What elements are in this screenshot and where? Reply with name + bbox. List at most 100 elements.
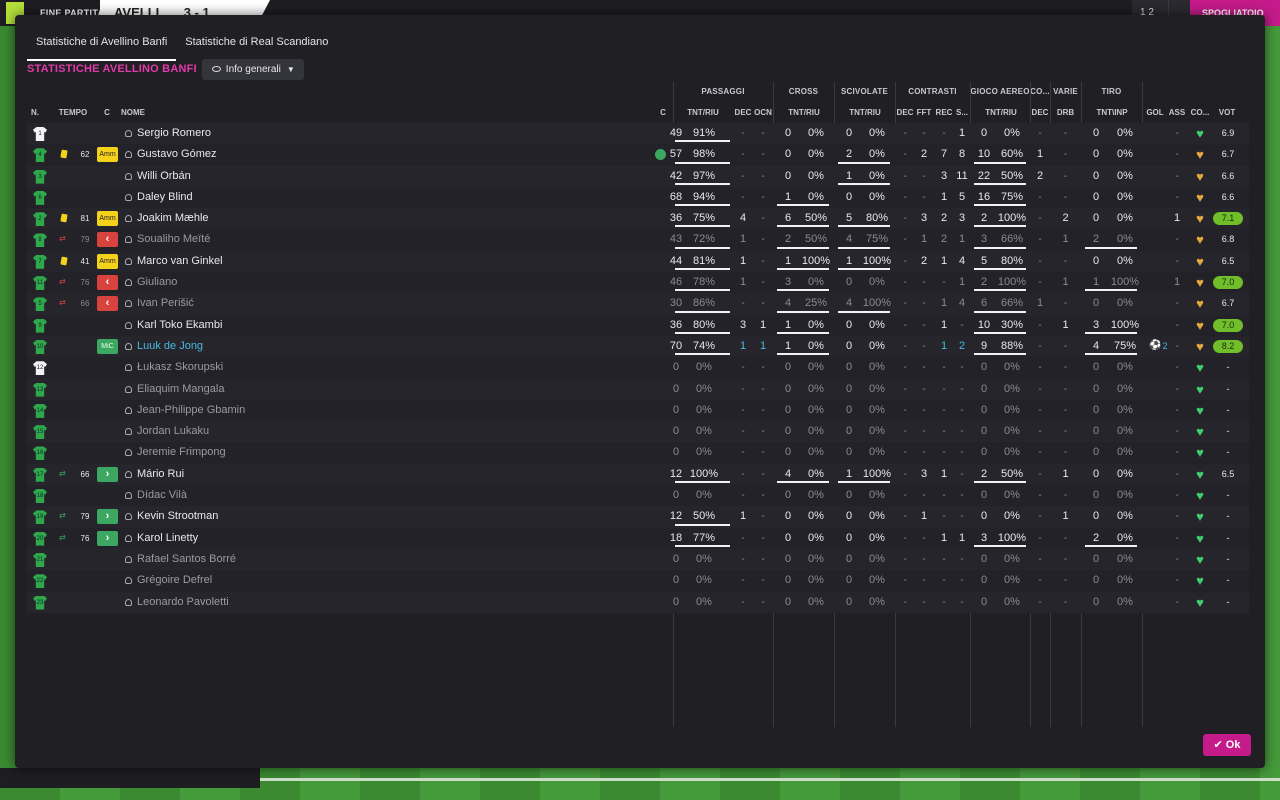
player-profile-icon[interactable]	[125, 364, 132, 372]
player-name[interactable]: Jordan Lukaku	[137, 421, 337, 442]
player-profile-icon[interactable]	[125, 215, 132, 223]
pass-chances: -	[761, 511, 765, 523]
player-profile-icon[interactable]	[125, 300, 132, 308]
player-profile-icon[interactable]	[125, 449, 132, 457]
player-profile-icon[interactable]	[125, 257, 132, 265]
table-row[interactable]: 16 Jeremie Frimpong 0 0% - - 0 0% 0 0% - - - - 0 0% - - 0 0…	[27, 442, 1249, 464]
player-name[interactable]: Giuliano	[137, 272, 337, 293]
col-shot-tnt[interactable]: TNT\INP	[1083, 108, 1141, 117]
table-row[interactable]: 7 41 Amm Marco van Ginkel 44 81% 1-1 100% 1 100% -…	[27, 250, 1249, 273]
player-profile-icon[interactable]	[125, 470, 132, 478]
player-name[interactable]: Łukasz Skorupski	[137, 357, 337, 378]
col-assists[interactable]: ASS	[1167, 108, 1187, 117]
player-name[interactable]: Rafael Santos Borré	[137, 549, 337, 570]
table-row[interactable]: 11 ⇄ 76 ‹ Giuliano 46 78% 1-3 0% 0 0% - - -1 2 100% -1 1 1…	[27, 272, 1249, 294]
col-cross-tnt[interactable]: TNT/RIU	[775, 108, 833, 117]
col-air-tnt[interactable]: TNT/RIU	[972, 108, 1030, 117]
player-name[interactable]: Daley Blind	[137, 187, 337, 208]
col-con-fft[interactable]: FFT	[915, 108, 933, 117]
player-profile-icon[interactable]	[125, 342, 132, 350]
player-profile-icon[interactable]	[125, 279, 132, 287]
player-name[interactable]: Dídac Vilà	[137, 485, 337, 506]
player-profile-icon[interactable]	[125, 321, 132, 329]
col-time[interactable]: TEMPO	[57, 108, 89, 117]
col-goals[interactable]: GOL	[1145, 108, 1165, 117]
table-row[interactable]: 10 MiC Luuk de Jong 70 74% 1 1 1 0% 0 0% - -1 2 9 88% - -…	[27, 335, 1249, 358]
col-condition[interactable]: CO...	[1189, 108, 1211, 117]
player-profile-icon[interactable]	[125, 492, 132, 500]
table-row[interactable]: 15 Jordan Lukaku 0 0% - - 0 0% 0 0% - - - - 0 0% - - 0 0% - ♥…	[27, 421, 1249, 443]
col-co-dec[interactable]: DEC	[1030, 108, 1050, 117]
col-con-dec[interactable]: DEC	[896, 108, 914, 117]
table-row[interactable]: 20 ⇄ 76 › Karol Linetty 18 77% - - 0 0% 0 0% - - 1 1 3 100…	[27, 527, 1249, 549]
player-name[interactable]: Eliaquim Mangala	[137, 379, 337, 400]
player-name[interactable]: Luuk de Jong	[137, 336, 337, 357]
player-name[interactable]: Karol Linetty	[137, 528, 337, 549]
player-profile-icon[interactable]	[125, 577, 132, 585]
player-name[interactable]: Ivan Perišić	[137, 293, 337, 314]
table-row[interactable]: 1 Sergio Romero 49 91% - - 0 0% 0 0% - - - 1 0 0% - - 0 0% -…	[27, 123, 1249, 145]
player-name[interactable]: Mário Rui	[137, 464, 337, 485]
col-card[interactable]: C	[101, 108, 113, 117]
col-con-s[interactable]: S...	[954, 108, 970, 117]
player-name[interactable]: Sergio Romero	[137, 123, 337, 144]
pass-decisive: -	[741, 468, 745, 480]
player-profile-icon[interactable]	[125, 513, 132, 521]
player-name[interactable]: Willi Orbán	[137, 166, 337, 187]
con-fft: -	[922, 170, 926, 182]
table-row[interactable]: 2 81 Amm Joakim Mæhle 36 75% 4-6 50% 5 80% -3 2 3 2 10…	[27, 208, 1249, 230]
player-name[interactable]: Joakim Mæhle	[137, 208, 337, 229]
player-name[interactable]: Jean-Philippe Gbamin	[137, 400, 337, 421]
table-row[interactable]: 13 Eliaquim Mangala 0 0% - - 0 0% 0 0% - - - - 0 0% - - 0 0…	[27, 378, 1249, 400]
table-row[interactable]: 6 Daley Blind 68 94% - -1 0% 0 0% - -1 5 16 75% - -0 0% -…	[27, 186, 1249, 209]
table-row[interactable]: 19 ⇄ 79 › Kevin Strootman 12 50% 1 - 0 0% 0 0% - 1 - - 0 0…	[27, 506, 1249, 528]
table-row[interactable]: 22 Grégoire Defrel 0 0% - - 0 0% 0 0% - - - - 0 0% - - 0 0%…	[27, 570, 1249, 592]
con-s: 1	[958, 127, 966, 139]
player-name[interactable]: Marco van Ginkel	[137, 251, 337, 272]
player-profile-icon[interactable]	[125, 428, 132, 436]
table-row[interactable]: 5 ⇄ 66 ‹ Ivan Perišić 30 86% - -4 25% 4 100% - -1 4 6 66…	[27, 293, 1249, 315]
player-profile-icon[interactable]	[125, 406, 132, 414]
table-row[interactable]: 14 Jean-Philippe Gbamin 0 0% - - 0 0% 0 0% - - - - 0 0%…	[27, 399, 1249, 422]
tackle-pct: 0%	[869, 318, 885, 331]
col-pass-dec[interactable]: DEC	[733, 108, 753, 117]
col-pass-tnt[interactable]: TNT/RIU	[675, 108, 731, 117]
table-row[interactable]: 9 Karl Toko Ekambi 36 80% 3 1 1 0% 0 0% - -1-10 30% -…	[27, 314, 1249, 336]
table-row[interactable]: 23 Leonardo Pavoletti 0 0% - - 0 0% 0 0% - - - - 0 0% - -…	[27, 591, 1249, 613]
col-vote[interactable]: VOT	[1213, 108, 1241, 117]
player-profile-icon[interactable]	[125, 130, 132, 137]
player-profile-icon[interactable]	[125, 598, 132, 606]
player-name[interactable]: Kevin Strootman	[137, 506, 337, 527]
player-name[interactable]: Jeremie Frimpong	[137, 442, 337, 463]
player-name[interactable]: Leonardo Pavoletti	[137, 592, 337, 613]
player-profile-icon[interactable]	[125, 172, 132, 180]
player-name[interactable]: Karl Toko Ekambi	[137, 315, 337, 336]
player-name[interactable]: Grégoire Defrel	[137, 570, 337, 591]
table-row[interactable]: 18 Dídac Vilà 0 0% - - 0 0% 0 0% - - - - 0 0% - - 0 0% - ♥ -	[27, 485, 1249, 507]
shirt-number: 1	[38, 131, 42, 137]
table-row[interactable]: 21 Rafael Santos Borré 0 0% - - 0 0% 0 0% - - - - 0 0% -…	[27, 548, 1249, 571]
player-name[interactable]: Gustavo Gómez	[137, 144, 337, 165]
table-row[interactable]: 3 Willi Orbán 42 97% - - 0 0% 1 0% - - 3 11 22 50% 2 - 0 0%…	[27, 165, 1249, 187]
player-profile-icon[interactable]	[125, 385, 132, 393]
col-c2[interactable]: C	[657, 108, 669, 117]
ok-button[interactable]: ✔ Ok	[1203, 734, 1251, 756]
col-pass-ocn[interactable]: OCN	[753, 108, 773, 117]
table-row[interactable]: 12 Łukasz Skorupski 0 0% - - 0 0% 0 0% - - - - 0 0% - - 0 0…	[27, 357, 1249, 379]
col-drb[interactable]: DRB	[1050, 108, 1081, 117]
table-row[interactable]: 17 ⇄ 66 › Mário Rui 12 100% - -4 0% 1 100% -3 1-2 50% -…	[27, 463, 1249, 486]
col-number[interactable]: N.	[27, 108, 43, 117]
cross-pct: 0%	[808, 127, 824, 139]
table-row[interactable]: 4 62 Amm Gustavo Gómez 57 98% - -0 0% 2 0% -2 7 8 10 60…	[27, 144, 1249, 166]
col-tackle-tnt[interactable]: TNT/RIU	[836, 108, 894, 117]
col-name[interactable]: NOME	[121, 108, 151, 117]
player-name[interactable]: Soualiho Meïté	[137, 229, 337, 250]
player-profile-icon[interactable]	[125, 151, 132, 159]
player-profile-icon[interactable]	[125, 555, 132, 563]
con-dec: -	[903, 596, 907, 608]
player-profile-icon[interactable]	[125, 236, 132, 244]
player-profile-icon[interactable]	[125, 193, 132, 201]
player-profile-icon[interactable]	[125, 534, 132, 542]
table-row[interactable]: 8 ⇄ 79 ‹ Soualiho Meïté 43 72% 1-2 50% 4 75% -1 2 1 3 6…	[27, 229, 1249, 251]
col-con-rec[interactable]: REC	[934, 108, 954, 117]
